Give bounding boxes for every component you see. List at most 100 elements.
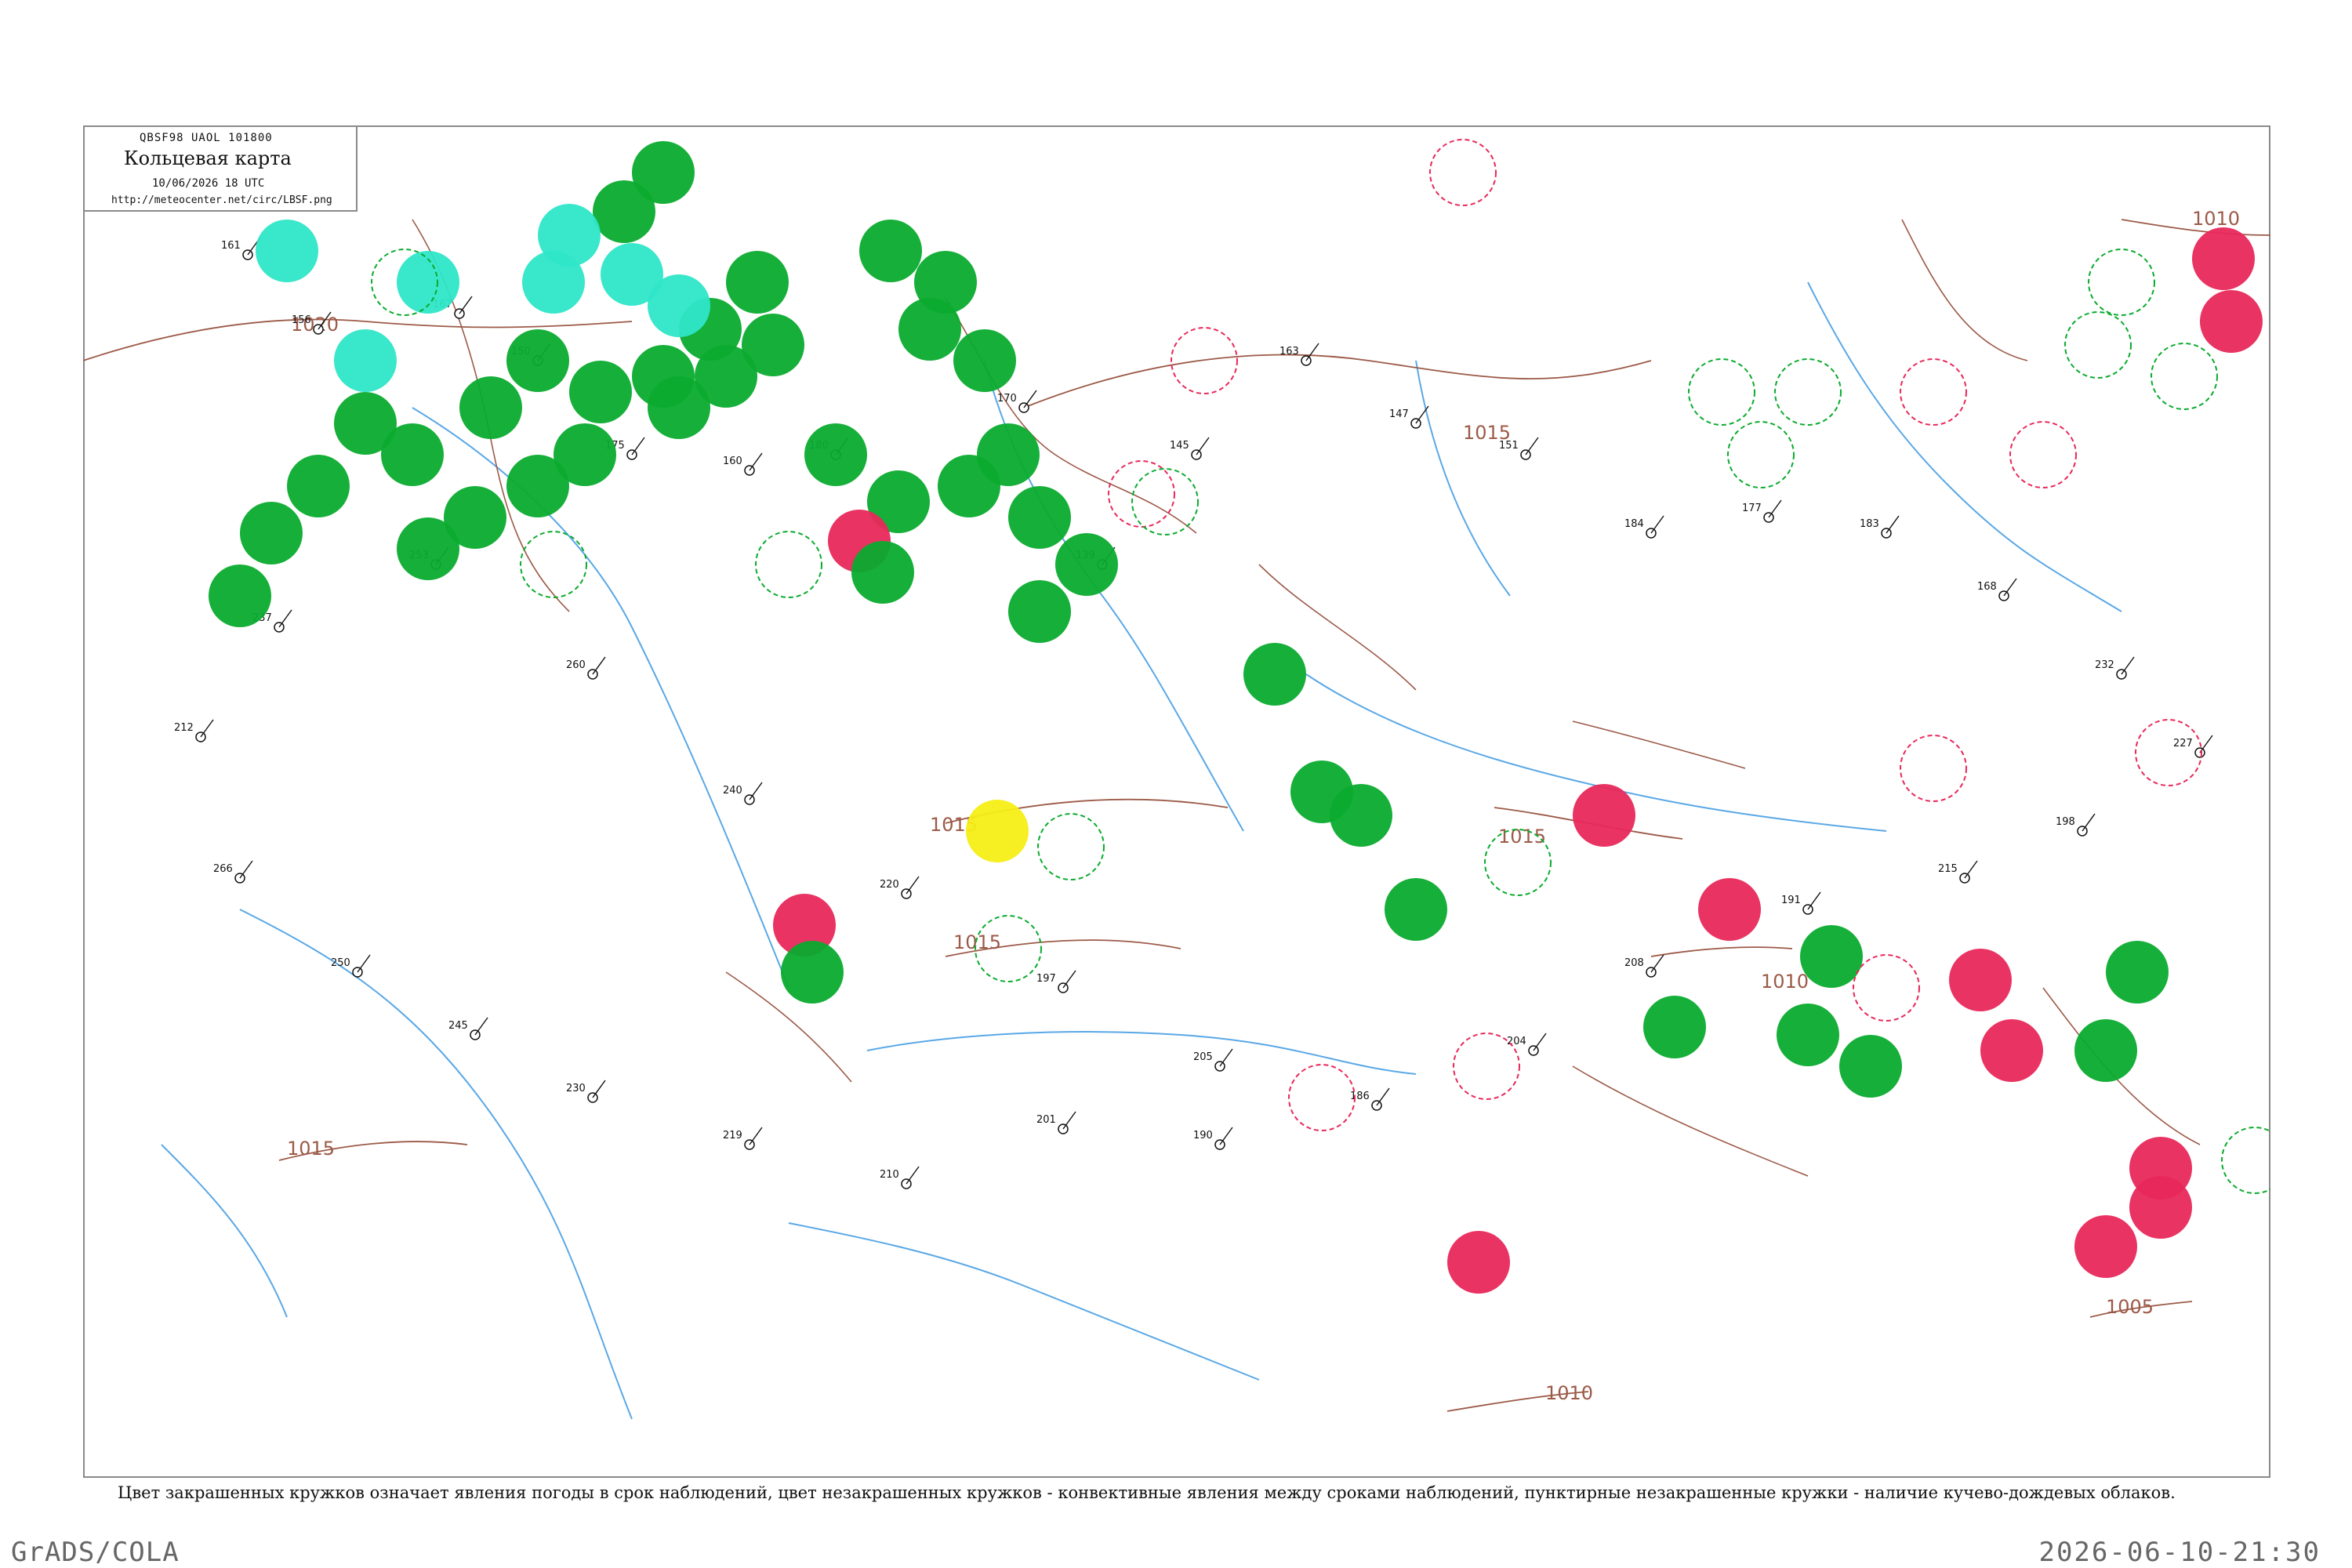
weather-phenomenon-circle (506, 329, 569, 392)
weather-phenomenon-circle (240, 502, 303, 564)
station-pressure: 177 (1742, 503, 1762, 514)
station-plot: 191 (1781, 891, 1821, 915)
weather-phenomenon-circle (444, 486, 506, 549)
isobar-label: 1015 (1498, 826, 1546, 848)
isobar-label: 1015 (953, 931, 1001, 953)
convective-ring (1900, 358, 1967, 426)
weather-phenomenon-circle (1698, 878, 1761, 941)
weather-phenomenon-circle (859, 220, 922, 282)
station-pressure: 260 (566, 659, 586, 671)
wind-barb (474, 1017, 488, 1036)
weather-phenomenon-circle (1055, 533, 1118, 596)
isobar-layer: 1020101510151015101510101010101010051015 (83, 208, 2270, 1412)
isobar-label: 1005 (2106, 1296, 2154, 1318)
station-pressure: 219 (723, 1130, 742, 1142)
station-plot: 245 (448, 1017, 488, 1040)
station-plot: 161 (221, 237, 261, 260)
bulletin-code: QBSF98 UAOL 101800 (140, 132, 273, 144)
weather-phenomenon-circle (1949, 949, 2012, 1011)
wind-barb (1886, 515, 1900, 534)
river-line (1415, 360, 1511, 597)
station-pressure: 184 (1624, 518, 1644, 530)
weather-phenomenon-circle (287, 455, 350, 517)
wind-barb (749, 452, 763, 471)
wind-barb (1376, 1087, 1390, 1106)
wind-barb (2003, 578, 2017, 597)
isobar-label: 1010 (1545, 1382, 1593, 1404)
weather-phenomenon-circle (459, 376, 522, 439)
station-plot: 212 (174, 719, 214, 742)
convective-ring (1688, 358, 1755, 426)
station-pressure: 220 (880, 879, 899, 891)
weather-phenomenon-circle (1243, 643, 1306, 706)
station-plot: 177 (1742, 499, 1782, 523)
weather-phenomenon-circle (898, 298, 961, 361)
wind-barb (459, 296, 473, 314)
convective-ring (1288, 1064, 1356, 1131)
station-plot: 168 (1977, 578, 2017, 601)
station-plot: 240 (723, 782, 763, 805)
convective-ring (2009, 421, 2077, 488)
wind-barb (749, 782, 763, 800)
weather-phenomenon-circle (2200, 290, 2263, 353)
station-plot: 186 (1350, 1087, 1390, 1111)
station-pressure: 163 (1279, 346, 1299, 358)
river-line (866, 1031, 1417, 1075)
station-plot: 201 (1036, 1111, 1076, 1134)
map-url[interactable]: http://meteocenter.net/circ/LBSF.png (111, 194, 332, 206)
wind-barb (631, 437, 645, 456)
station-pressure: 190 (1193, 1130, 1213, 1142)
station-pressure: 240 (723, 785, 742, 797)
wind-barb (592, 1080, 606, 1098)
station-plot: 208 (1624, 954, 1664, 978)
station-pressure: 186 (1350, 1091, 1370, 1102)
wind-barb (1062, 1111, 1076, 1130)
river-line (239, 909, 633, 1420)
wind-barb (1219, 1048, 1233, 1067)
river-line (161, 1144, 288, 1318)
weather-phenomenon-circle (1800, 925, 1863, 988)
wind-barb (1964, 860, 1978, 879)
convective-ring (2088, 249, 2155, 316)
weather-phenomenon-circle (1385, 878, 1447, 941)
weather-phenomenon-circle (1573, 784, 1635, 847)
weather-phenomenon-circle (2074, 1215, 2137, 1278)
wind-barb (749, 1127, 763, 1145)
station-plot: 266 (213, 860, 253, 884)
convective-ring (1853, 954, 1920, 1022)
map-date: 10/06/2026 18 UTC (152, 177, 265, 190)
station-pressure: 232 (2095, 659, 2114, 671)
station-pressure: 156 (292, 314, 311, 326)
convective-ring (1108, 460, 1175, 528)
wind-barb (1062, 970, 1076, 989)
wind-barb (357, 954, 371, 973)
station-plot: 147 (1389, 405, 1429, 429)
wind-barb (906, 876, 920, 895)
station-plot: 145 (1170, 437, 1210, 460)
station-pressure: 204 (1507, 1036, 1526, 1047)
weather-phenomenon-circle (953, 329, 1016, 392)
wind-barb (1533, 1033, 1547, 1051)
station-pressure: 191 (1781, 895, 1801, 906)
weather-phenomenon-circle (1839, 1035, 1902, 1098)
station-pressure: 210 (880, 1169, 899, 1181)
weather-map: 1020101510151015101510101010101010051015… (83, 139, 2270, 1420)
weather-phenomenon-circle (1777, 1004, 1839, 1066)
convective-ring (1900, 735, 1967, 802)
station-plot: 220 (880, 876, 920, 899)
station-pressure: 208 (1624, 957, 1644, 969)
station-plot: 197 (1036, 970, 1076, 993)
weather-phenomenon-circle (1008, 486, 1071, 549)
station-plot: 215 (1938, 860, 1978, 884)
border-line (1572, 1065, 1809, 1177)
convective-ring (2135, 719, 2202, 786)
isobar-line (1023, 354, 1652, 408)
wind-barb (200, 719, 214, 738)
station-plot: 184 (1624, 515, 1664, 539)
station-plot: 232 (2095, 656, 2135, 680)
weather-phenomenon-circle (1643, 996, 1706, 1058)
wind-barb (592, 656, 606, 675)
weather-phenomenon-circle (1980, 1019, 2043, 1082)
footer-software: GrADS/COLA (11, 1537, 180, 1568)
wind-barb (906, 1166, 920, 1185)
